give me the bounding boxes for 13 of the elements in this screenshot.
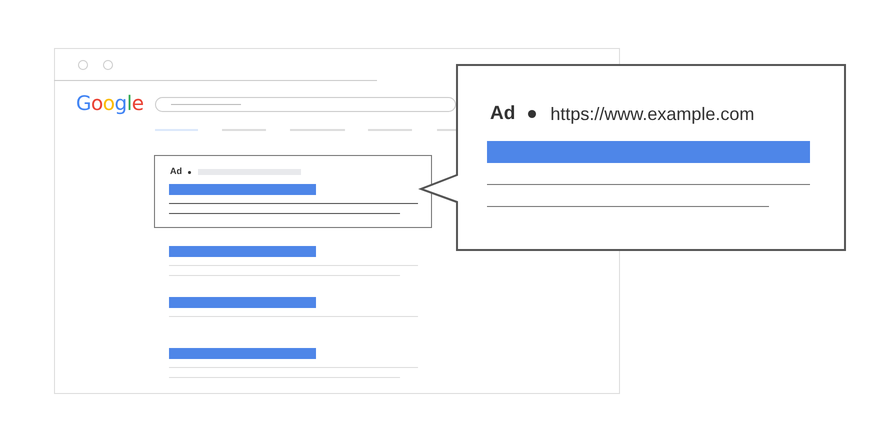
result-title[interactable] [169,246,316,257]
ad-label: Ad [490,102,516,126]
result-title[interactable] [169,348,316,359]
ad-label: Ad [170,166,182,177]
window-control[interactable] [78,60,88,70]
google-logo: Google [76,90,144,117]
window-control[interactable] [103,60,113,70]
search-field[interactable] [155,97,456,112]
result-title[interactable] [169,184,316,195]
result-title[interactable] [487,141,810,163]
ad-url: https://www.example.com [550,103,754,126]
result-title[interactable] [169,297,316,308]
bullet-icon [188,171,191,174]
